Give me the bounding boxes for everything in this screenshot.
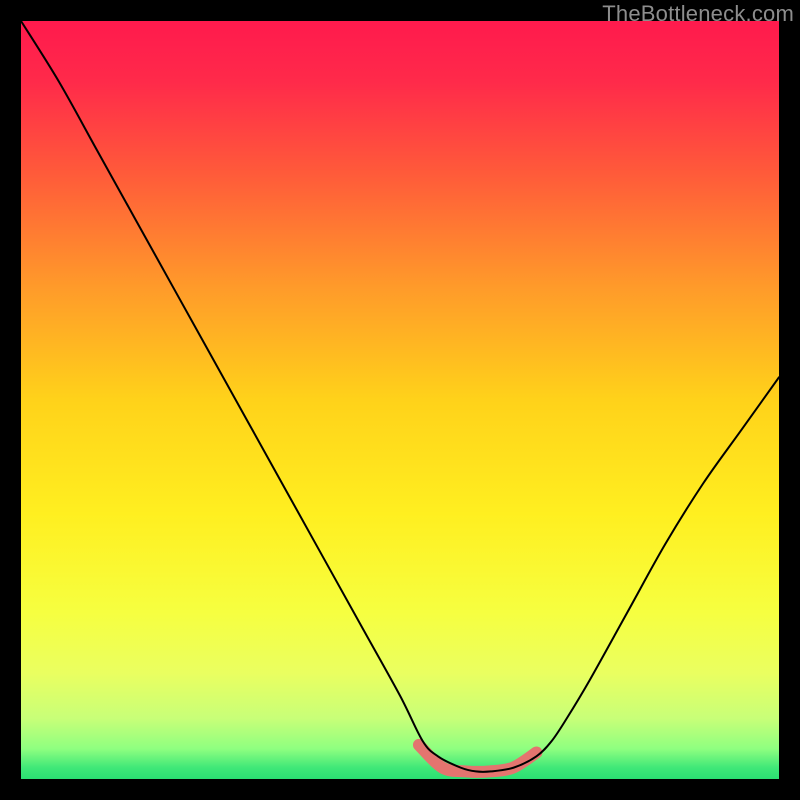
plot-area xyxy=(21,21,779,779)
chart-svg xyxy=(21,21,779,779)
outer-frame: TheBottleneck.com xyxy=(0,0,800,800)
gradient-background xyxy=(21,21,779,779)
